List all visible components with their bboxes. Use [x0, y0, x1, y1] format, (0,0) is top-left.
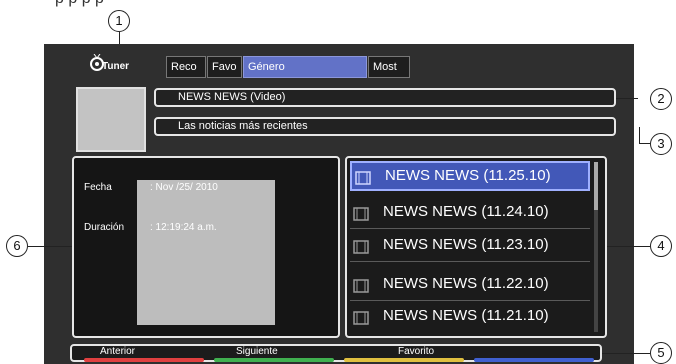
- tab-most[interactable]: Most: [368, 56, 410, 78]
- list-item-label: NEWS NEWS (11.24.10): [383, 203, 549, 220]
- callout-6: 6: [6, 235, 28, 257]
- callout-3-leader-h: [639, 143, 650, 144]
- video-preview: [137, 180, 275, 325]
- callout-2: 2: [650, 88, 672, 110]
- blue-button-indicator: [474, 358, 594, 362]
- list-item[interactable]: NEWS NEWS (11.24.10): [350, 199, 590, 229]
- video-file-icon: [353, 279, 369, 293]
- green-button-indicator: [214, 358, 334, 362]
- list-item-label: NEWS NEWS (11.25.10): [385, 167, 551, 184]
- fecha-value: : Nov /25/ 2010: [150, 182, 218, 193]
- video-file-icon: [353, 240, 369, 254]
- callout-3-leader-v: [639, 127, 640, 143]
- callout-4-leader: [607, 246, 650, 247]
- tuner-logo-text: Tuner: [102, 61, 130, 72]
- duracion-label: Duración: [84, 222, 125, 233]
- channel-thumbnail: [76, 87, 146, 152]
- list-item[interactable]: NEWS NEWS (11.22.10): [350, 271, 590, 301]
- siguiente-button[interactable]: Siguiente: [236, 346, 278, 357]
- list-scrollbar-thumb[interactable]: [594, 162, 598, 210]
- program-description-bar: Las noticias más recientes: [154, 117, 616, 136]
- yellow-button-indicator: [344, 358, 464, 362]
- callout-2-leader: [616, 98, 638, 99]
- video-file-icon: [355, 171, 371, 185]
- top-margin: p p p p: [0, 0, 676, 44]
- video-file-icon: [353, 207, 369, 221]
- favorito-button[interactable]: Favorito: [398, 346, 434, 357]
- tab-genero[interactable]: Género: [243, 56, 367, 78]
- red-button-indicator: [84, 358, 204, 362]
- fecha-label: Fecha: [84, 182, 112, 193]
- anterior-button[interactable]: Anterior: [100, 346, 135, 357]
- list-item[interactable]: NEWS NEWS (11.25.10): [350, 161, 590, 191]
- callout-1: 1: [108, 10, 130, 32]
- callout-6-leader: [28, 246, 72, 247]
- callout-5: 5: [650, 342, 672, 364]
- callout-4: 4: [650, 235, 672, 257]
- list-scrollbar[interactable]: [594, 162, 598, 332]
- list-item-label: NEWS NEWS (11.22.10): [383, 275, 549, 292]
- list-item-label: NEWS NEWS (11.21.10): [383, 307, 549, 324]
- list-item-label: NEWS NEWS (11.23.10): [383, 236, 549, 253]
- duracion-value: : 12:19:24 a.m.: [150, 222, 217, 233]
- tab-favo[interactable]: Favo: [207, 56, 242, 78]
- callout-5-leader: [602, 353, 650, 354]
- callout-3: 3: [650, 133, 672, 155]
- partial-heading-text: p p p p: [55, 0, 104, 8]
- tab-reco[interactable]: Reco: [166, 56, 206, 78]
- video-file-icon: [353, 311, 369, 325]
- program-title-bar: NEWS NEWS (Video): [154, 88, 616, 107]
- list-item[interactable]: NEWS NEWS (11.21.10): [350, 303, 590, 333]
- list-item[interactable]: NEWS NEWS (11.23.10): [350, 232, 590, 262]
- tuner-logo: Tuner: [88, 52, 163, 78]
